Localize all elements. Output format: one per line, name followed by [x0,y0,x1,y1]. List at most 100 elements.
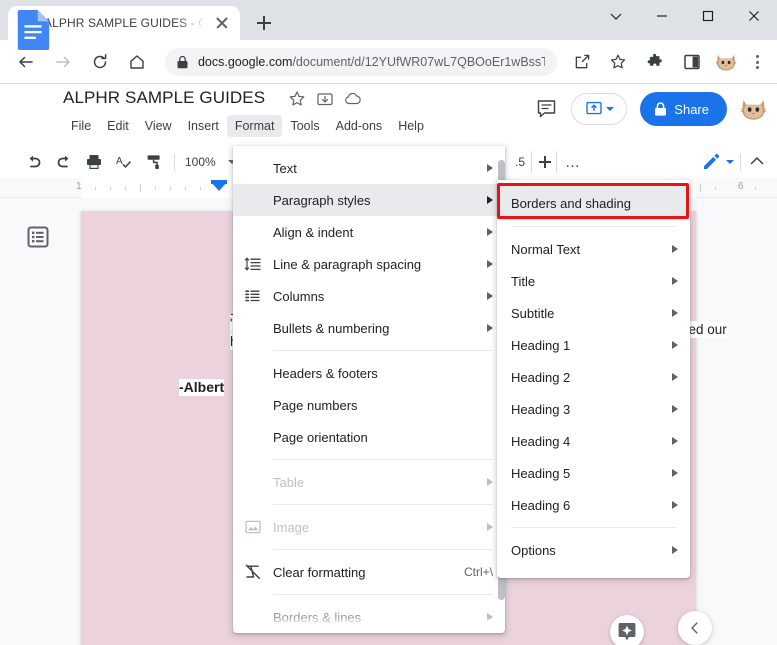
paragraph-styles-submenu[interactable]: Borders and shading Normal Text Title Su… [497,180,690,578]
menu-item-label: Page numbers [273,397,358,413]
print-icon[interactable] [80,148,108,176]
menu-item-label: Heading 6 [511,497,571,513]
paint-format-icon[interactable] [140,148,168,176]
browser-navigation-bar: docs.google.com/document/d/12YUfWR07wL7Q… [0,40,777,84]
menu-item-label: Heading 5 [511,465,571,481]
more-options-icon[interactable]: … [565,154,581,171]
menu-divider [273,504,493,505]
chevron-right-icon [487,523,493,531]
submenu-item-title[interactable]: Title [497,265,690,297]
menu-item-paragraph-styles[interactable]: Paragraph styles [233,184,505,216]
comment-history-icon[interactable] [536,98,558,120]
menu-divider [273,350,493,351]
submenu-item-heading-3[interactable]: Heading 3 [497,393,690,425]
chevron-right-icon [672,469,678,477]
menu-view[interactable]: View [137,115,180,137]
menu-item-label: Normal Text [511,241,581,257]
clear-formatting-icon [233,563,273,581]
menu-file[interactable]: File [63,115,99,137]
menu-fade-bottom [233,617,505,633]
zoom-level[interactable]: 100% [181,155,220,169]
menu-item-headers-footers[interactable]: Headers & footers [233,357,505,389]
submenu-item-heading-6[interactable]: Heading 6 [497,489,690,521]
close-icon[interactable] [731,0,777,32]
explore-button[interactable] [610,615,644,645]
address-bar-text: docs.google.com/document/d/12YUfWR07wL7Q… [198,55,545,69]
menu-item-label: Heading 4 [511,433,571,449]
redo-icon[interactable] [50,148,78,176]
bookmark-star-icon[interactable] [604,47,633,77]
submenu-item-heading-1[interactable]: Heading 1 [497,329,690,361]
submenu-item-normal-text[interactable]: Normal Text [497,233,690,265]
menu-item-text[interactable]: Text [233,152,505,184]
menu-tools[interactable]: Tools [282,115,327,137]
share-button[interactable]: Share [640,92,727,126]
format-menu[interactable]: Text Paragraph styles Align & indent Lin… [233,146,505,633]
menu-edit[interactable]: Edit [99,115,137,137]
close-icon[interactable] [214,15,230,31]
home-icon[interactable] [122,47,151,77]
address-bar[interactable]: docs.google.com/document/d/12YUfWR07wL7Q… [164,48,558,76]
menu-divider [511,226,676,227]
profile-cat-avatar[interactable] [740,96,767,122]
submenu-item-heading-4[interactable]: Heading 4 [497,425,690,457]
profile-cat-avatar[interactable] [715,52,737,72]
menu-item-page-orientation[interactable]: Page orientation [233,421,505,453]
submenu-item-subtitle[interactable]: Subtitle [497,297,690,329]
google-docs-logo[interactable] [16,10,50,50]
chrome-menu-icon[interactable] [744,49,769,75]
right-indent-marker[interactable] [211,182,227,191]
chevron-down-icon[interactable] [593,0,639,32]
columns-icon [233,287,273,305]
menu-help[interactable]: Help [390,115,432,137]
cloud-saved-icon[interactable] [344,90,362,108]
move-to-folder-icon[interactable] [316,90,334,108]
chevron-right-icon [672,546,678,554]
browser-titlebar: ALPHR SAMPLE GUIDES - Google [0,0,777,40]
tab-title: ALPHR SAMPLE GUIDES - Google [44,16,206,30]
menu-item-align-indent[interactable]: Align & indent [233,216,505,248]
pencil-icon [704,153,720,169]
forward-arrow-icon[interactable] [49,47,78,77]
toolbar-divider [740,153,741,171]
submenu-item-borders-and-shading[interactable]: Borders and shading [497,186,690,220]
chevron-up-icon[interactable] [747,151,769,173]
new-tab-button[interactable] [250,9,278,37]
chevron-right-icon [672,437,678,445]
menu-item-label: Heading 2 [511,369,571,385]
menu-item-label: Align & indent [273,224,354,240]
present-button[interactable] [571,93,628,125]
spacing-value[interactable]: .5 [515,155,525,169]
menu-item-label: Clear formatting [273,564,366,580]
menu-item-bullets-numbering[interactable]: Bullets & numbering [233,312,505,344]
ruler-label-left: 1 [76,181,82,192]
minimize-icon[interactable] [639,0,685,32]
plus-icon[interactable] [531,151,557,173]
side-panel-icon[interactable] [677,47,706,77]
document-outline-icon[interactable] [27,226,49,248]
submenu-item-heading-2[interactable]: Heading 2 [497,361,690,393]
menu-add-ons[interactable]: Add-ons [328,115,391,137]
share-icon[interactable] [567,47,596,77]
maximize-icon[interactable] [685,0,731,32]
document-title[interactable]: ALPHR SAMPLE GUIDES [63,88,265,108]
menu-format[interactable]: Format [226,115,283,137]
reload-icon[interactable] [85,47,114,77]
menu-item-columns[interactable]: Columns [233,280,505,312]
spellcheck-icon[interactable]: A [110,148,138,176]
menu-item-page-numbers[interactable]: Page numbers [233,389,505,421]
chevron-down-icon [605,107,614,111]
editing-mode-button[interactable] [701,152,734,172]
menu-item-line-paragraph-spacing[interactable]: Line & paragraph spacing [233,248,505,280]
menu-item-clear-formatting[interactable]: Clear formatting Ctrl+\ [233,556,505,588]
submenu-item-options[interactable]: Options [497,534,690,566]
menu-item-label: Borders and shading [511,195,631,211]
back-arrow-icon[interactable] [12,47,41,77]
menu-insert[interactable]: Insert [180,115,227,137]
menu-item-label: Columns [273,288,325,304]
undo-icon[interactable] [20,148,48,176]
star-icon[interactable] [288,90,306,108]
submenu-item-heading-5[interactable]: Heading 5 [497,457,690,489]
extensions-puzzle-icon[interactable] [641,47,670,77]
sidebar-collapse-button[interactable] [678,611,712,645]
